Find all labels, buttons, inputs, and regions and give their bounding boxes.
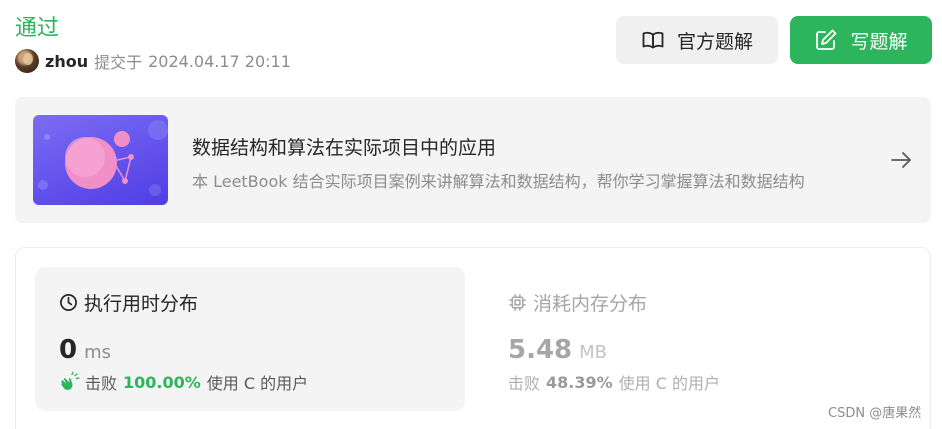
memory-number: 5.48: [508, 335, 573, 365]
memory-heading: 消耗内存分布: [508, 289, 647, 316]
runtime-beats-label: 击败: [85, 374, 118, 393]
username[interactable]: zhou: [45, 52, 88, 71]
book-cover-image: [33, 115, 168, 205]
runtime-beats-suffix: 使用 C 的用户: [206, 374, 309, 393]
write-solution-button[interactable]: 写题解: [790, 16, 932, 64]
runtime-number: 0: [59, 335, 78, 365]
book-description: 本 LeetBook 结合实际项目案例来讲解算法和数据结构，帮你学习掌握算法和数…: [192, 172, 805, 191]
avatar[interactable]: [15, 49, 39, 73]
runtime-unit: ms: [84, 342, 112, 363]
runtime-heading: 执行用时分布: [59, 289, 198, 316]
memory-unit: MB: [579, 342, 608, 363]
clapping-hands-icon: [59, 371, 81, 393]
book-open-icon: [641, 28, 665, 52]
memory-value: 5.48 MB: [508, 335, 607, 365]
write-solution-label: 写题解: [850, 30, 908, 53]
watermark: CSDN @唐果然: [828, 406, 922, 421]
memory-heading-text: 消耗内存分布: [533, 293, 648, 315]
clock-icon: [59, 293, 78, 312]
memory-beats: 击败 48.39% 使用 C 的用户: [508, 370, 720, 394]
leetbook-card[interactable]: 数据结构和算法在实际项目中的应用 本 LeetBook 结合实际项目案例来讲解算…: [15, 97, 931, 223]
chip-icon: [508, 293, 527, 312]
memory-beats-percent: 48.39%: [546, 372, 613, 392]
official-solution-label: 官方题解: [676, 30, 753, 53]
runtime-value: 0 ms: [59, 335, 111, 365]
runtime-beats-percent: 100.00%: [123, 372, 201, 392]
submission-meta: zhou 提交于 2024.04.17 20:11: [15, 48, 291, 74]
memory-beats-suffix: 使用 C 的用户: [618, 374, 721, 393]
book-title[interactable]: 数据结构和算法在实际项目中的应用: [192, 133, 496, 160]
arrow-right-icon[interactable]: [889, 148, 913, 172]
submission-status: 通过: [15, 16, 60, 41]
edit-icon: [814, 28, 838, 52]
official-solution-button[interactable]: 官方题解: [616, 16, 778, 64]
submitted-time: 2024.04.17 20:11: [148, 51, 291, 71]
runtime-panel[interactable]: 执行用时分布 0 ms 击败 100.00% 使用 C 的用户: [35, 267, 465, 411]
submitted-label: 提交于: [94, 53, 143, 72]
memory-panel[interactable]: 消耗内存分布 5.48 MB 击败 48.39% 使用 C 的用户: [484, 267, 914, 411]
runtime-heading-text: 执行用时分布: [84, 293, 199, 315]
runtime-beats: 击败 100.00% 使用 C 的用户: [59, 370, 308, 394]
stats-card: 执行用时分布 0 ms 击败 100.00% 使用 C 的用户 消耗内存分布 5…: [15, 247, 931, 429]
memory-beats-label: 击败: [508, 374, 541, 393]
